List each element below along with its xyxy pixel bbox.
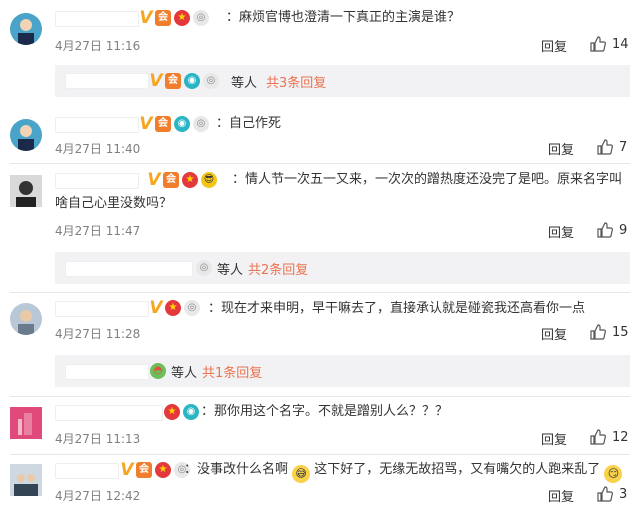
username-redacted[interactable] [55,117,139,133]
username-redacted[interactable] [55,463,119,479]
verified-v-icon: V [139,8,153,28]
like-button[interactable]: 12 [590,429,629,445]
reply-button[interactable]: 回复 [541,429,567,448]
like-button[interactable]: 14 [590,36,629,52]
reply-thread-1[interactable]: V 会 ◉ ◎ 等人 共3条回复 [55,65,630,97]
view-replies-link[interactable]: 共1条回复 [202,362,262,381]
thumbs-up-icon [597,486,613,502]
username-redacted[interactable] [55,11,139,27]
like-button[interactable]: 3 [597,486,627,502]
star-badge-icon: ★ [155,462,171,478]
username-redacted[interactable] [55,405,163,421]
comment-time: 4月27日 11:28 [55,327,141,341]
comment-time: 4月27日 11:40 [55,142,141,156]
like-count: 9 [619,222,628,238]
avatar[interactable] [10,175,42,207]
like-button[interactable]: 7 [597,139,627,155]
username-redacted[interactable] [55,301,149,317]
thumbs-up-icon [590,324,606,340]
reply-users-text: 等人 [231,76,258,91]
reply-button[interactable]: 回复 [548,486,574,505]
view-replies-link[interactable]: 共3条回复 [266,72,326,91]
thumbs-up-icon [590,36,606,52]
comment-time: 4月27日 11:16 [55,39,141,53]
username-redacted[interactable] [65,73,149,89]
verified-v-icon: V [139,114,153,134]
medal-icon: ◎ [196,260,212,276]
comment-time: 4月27日 11:47 [55,224,141,238]
vip-icon: 会 [165,73,181,89]
comment-time: 4月27日 11:13 [55,432,141,446]
sunglasses-emoji-icon: 😎 [201,172,217,188]
like-button[interactable]: 9 [597,222,627,238]
verified-v-icon: V [120,460,134,480]
username-redacted[interactable] [65,261,193,277]
comment-text: ：情人节一次五一又来，一次次的蹭热度还没完了是吧。原来名字叫 [232,172,623,187]
comment-text-part2: 这下好了，无缘无故招骂，又有嘴欠的人跑来乱了 [314,462,601,477]
star-badge-icon: ★ [174,10,190,26]
smirk-emoji-icon: 😏 [604,465,623,483]
comment-text: ：自己作死 [216,116,282,131]
comment-text-line2: 啥自己心里没数吗？ [55,196,173,211]
camera-badge-icon: ◉ [184,73,200,89]
reply-button[interactable]: 回复 [541,324,567,343]
reply-button[interactable]: 回复 [541,36,567,55]
watermelon-icon: ◓ [150,363,166,379]
like-count: 3 [619,486,628,502]
thumbs-up-icon [590,429,606,445]
medal-icon: ◎ [184,300,200,316]
divider [10,396,630,397]
avatar[interactable] [10,464,42,496]
avatar[interactable] [10,407,42,439]
vip-icon: 会 [155,116,171,132]
avatar[interactable] [10,13,42,45]
reply-button[interactable]: 回复 [548,139,574,158]
like-button[interactable]: 15 [590,324,629,340]
view-replies-link[interactable]: 共2条回复 [248,259,308,278]
avatar[interactable] [10,119,42,151]
star-badge-icon: ★ [164,404,180,420]
vip-icon: 会 [136,462,152,478]
medal-icon: ◎ [193,10,209,26]
like-count: 14 [612,36,629,52]
medal-icon: ◎ [203,73,219,89]
comment-text: ：麻烦官博也澄清一下真正的主演是谁？ [226,10,461,25]
vip-icon: 会 [155,10,171,26]
reply-users-text: 等人 [217,263,244,278]
grin-emoji-icon: 😅 [292,465,311,483]
divider [10,454,630,455]
vip-icon: 会 [163,172,179,188]
reply-button[interactable]: 回复 [548,222,574,241]
reply-thread-3[interactable]: ◓ 等人 共1条回复 [55,355,630,387]
like-count: 12 [612,429,629,445]
verified-v-icon: V [147,170,161,190]
reply-thread-2[interactable]: ◎ 等人 共2条回复 [55,252,630,284]
comment-text: ：没事改什么名啊 😅 这下好了，无缘无故招骂，又有嘴欠的人跑来乱了 😏 [184,460,623,483]
verified-v-icon: V [149,71,163,91]
comment-time: 4月27日 12:42 [55,489,141,503]
comment-text: ：现在才来申明，早干嘛去了，直接承认就是碰瓷我还高看你一点 [208,301,586,316]
divider [10,292,630,293]
thumbs-up-icon [597,139,613,155]
username-redacted[interactable] [55,173,139,189]
medal-icon: ◎ [193,116,209,132]
comment-text: ：那你用这个名字。不就是蹭别人么？？？ [201,404,449,419]
camera-badge-icon: ◉ [183,404,199,420]
reply-users-text: 等人 [171,366,198,381]
thumbs-up-icon [597,222,613,238]
star-badge-icon: ★ [165,300,181,316]
like-count: 7 [619,139,628,155]
camera-badge-icon: ◉ [174,116,190,132]
divider [10,163,630,164]
username-redacted[interactable] [65,364,149,380]
avatar[interactable] [10,303,42,335]
like-count: 15 [612,324,629,340]
star-badge-icon: ★ [182,172,198,188]
verified-v-icon: V [149,298,163,318]
comment-text-part1: ：没事改什么名啊 [184,462,289,477]
